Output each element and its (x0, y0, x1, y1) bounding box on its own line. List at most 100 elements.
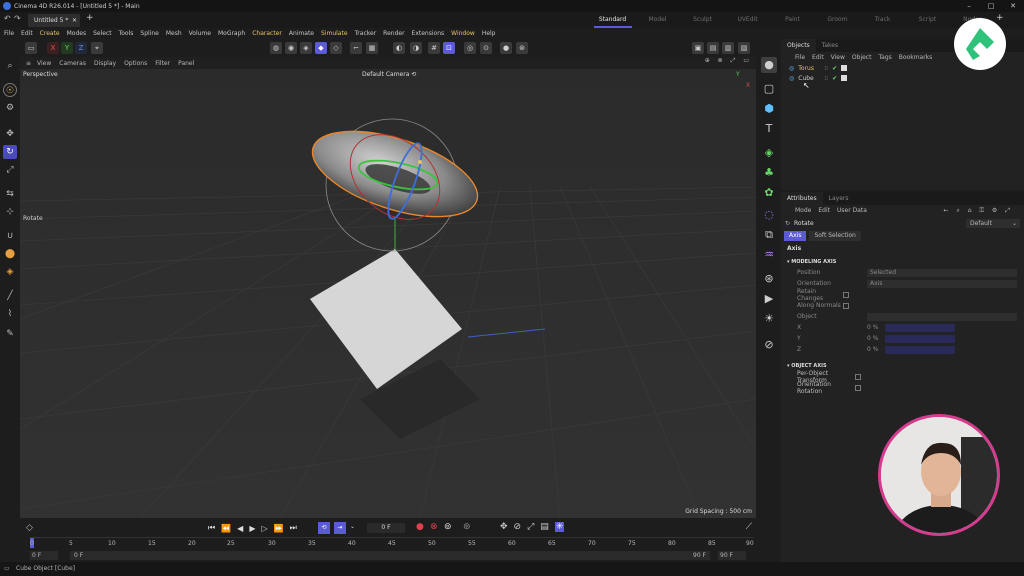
attributes-menu-mode[interactable]: Mode (795, 205, 811, 216)
orientation-field[interactable]: Axis (867, 279, 1017, 288)
next-key-icon[interactable]: ⏩ (274, 524, 284, 533)
play-icon[interactable]: ▶ (249, 524, 255, 533)
layout-track[interactable]: Track (860, 15, 905, 25)
layout-sculpt[interactable]: Sculpt (680, 15, 725, 25)
retain-changes-checkbox[interactable] (843, 291, 849, 298)
menu-mesh[interactable]: Mesh (166, 30, 182, 37)
point-level-icon[interactable]: ✳ (554, 522, 565, 532)
y-value[interactable]: 0 % (867, 335, 885, 342)
field-icon[interactable]: ◌ (761, 207, 777, 223)
locked-workplane-icon[interactable]: ◐ (393, 42, 405, 54)
objects-menu-object[interactable]: Object (852, 52, 872, 63)
y-slider[interactable] (885, 334, 955, 343)
uv-mode-icon[interactable]: ◇ (330, 42, 342, 54)
redo-icon[interactable]: ↷ (14, 14, 21, 23)
line-cut-icon[interactable]: ⌇ (3, 307, 17, 321)
timeline-settings-icon[interactable]: ⟋ (746, 522, 752, 532)
undo-icon[interactable]: ↶ (4, 14, 11, 23)
scale-key-icon[interactable]: ⤢ (527, 522, 534, 532)
deformer-icon[interactable]: ✿ (761, 185, 777, 201)
menu-tools[interactable]: Tools (119, 30, 134, 37)
render-settings-icon[interactable]: ⊛ (516, 42, 528, 54)
goto-start-icon[interactable]: ⏮ (208, 523, 215, 533)
range-bar[interactable]: 0 F 90 F (70, 551, 710, 560)
viewport-menu-panel[interactable]: Panel (178, 60, 194, 67)
attributes-menu-user-data[interactable]: User Data (837, 205, 867, 216)
layout-paint[interactable]: Paint (770, 15, 815, 25)
range-end-field[interactable]: 90 F (718, 551, 746, 560)
edge-mode-icon[interactable]: ◈ (300, 42, 312, 54)
search-icon[interactable]: ⌕ (3, 59, 17, 73)
selection-tools-icon[interactable]: ⚙ (3, 101, 17, 115)
objects-menu-file[interactable]: File (795, 52, 805, 63)
goto-end-icon[interactable]: ⏭ (290, 523, 297, 533)
edit-render-settings-icon[interactable]: ▥ (722, 42, 734, 54)
orientation-rotation-checkbox[interactable] (855, 384, 861, 391)
layout-groom[interactable]: Groom (815, 15, 860, 25)
viewport-menu-options[interactable]: Options (124, 60, 147, 67)
text-object-icon[interactable]: T (761, 121, 777, 137)
minimize-button[interactable]: – (958, 0, 980, 12)
playback-range-icon[interactable]: ⇥ (334, 522, 346, 534)
tab-objects[interactable]: Objects (781, 39, 816, 52)
position-field[interactable]: Selected (867, 268, 1017, 277)
keyframe-selection-icon[interactable]: ⊚ (444, 522, 452, 532)
layer-dots-icon[interactable]: ⁝⁝ (824, 75, 828, 82)
modeling-axis-header[interactable]: ▾ MODELING AXIS (781, 257, 1024, 267)
axis-z-button[interactable]: Z (75, 42, 87, 54)
symmetry-icon[interactable]: ⊙ (480, 42, 492, 54)
range-start-field[interactable]: 0 F (30, 551, 58, 560)
sphere-object-icon[interactable]: ● (761, 57, 777, 73)
snap-icon[interactable]: ⌐ (350, 42, 362, 54)
objects-menu-edit[interactable]: Edit (812, 52, 824, 63)
phong-tag-icon[interactable] (841, 75, 848, 81)
render-picture-viewer-icon[interactable]: ▤ (707, 42, 719, 54)
polygon-object-icon[interactable]: ⬢ (761, 101, 777, 117)
objects-menu-tags[interactable]: Tags (878, 52, 891, 63)
subtab-soft-selection[interactable]: Soft Selection (809, 231, 861, 241)
maximize-button[interactable]: □ (980, 0, 1002, 12)
param-key-icon[interactable]: ▤ (540, 522, 549, 532)
viewport-scene[interactable] (20, 69, 756, 518)
menu-edit[interactable]: Edit (21, 30, 33, 37)
place-icon[interactable]: ⊹ (3, 205, 17, 219)
menu-window[interactable]: Window (451, 30, 475, 37)
object-name[interactable]: Torus (798, 65, 824, 72)
layout-uvedit[interactable]: UVEdit (725, 15, 770, 25)
timeline-ruler[interactable]: 0 5 10 15 20 25 30 35 40 45 50 55 60 65 … (30, 537, 754, 549)
record-icon[interactable]: ● (416, 522, 424, 532)
rotation-key-icon[interactable]: ⊘ (514, 522, 522, 532)
axis-y-button[interactable]: Y (61, 42, 73, 54)
menu-select[interactable]: Select (93, 30, 112, 37)
menu-character[interactable]: Character (252, 30, 282, 37)
object-field[interactable] (867, 312, 1017, 321)
motion-record-icon[interactable]: ⊛ (463, 522, 471, 532)
menu-spline[interactable]: Spline (140, 30, 158, 37)
object-row-cube[interactable]: ◎ Cube ⁝⁝ ✔ (781, 73, 1024, 83)
point-mode-icon[interactable]: ◉ (285, 42, 297, 54)
layout-script[interactable]: Script (905, 15, 950, 25)
grid-snap-icon[interactable]: # (428, 42, 440, 54)
phong-tag-icon[interactable] (841, 65, 848, 71)
along-normals-checkbox[interactable] (843, 302, 849, 309)
axis-x-button[interactable]: X (47, 42, 59, 54)
layout-standard[interactable]: Standard (590, 15, 635, 25)
quantize-icon[interactable]: ◑ (410, 42, 422, 54)
menu-render[interactable]: Render (383, 30, 404, 37)
viewport-menu-view[interactable]: View (37, 60, 51, 67)
prev-key-icon[interactable]: ⏪ (221, 524, 231, 533)
viewport-solo-icon[interactable]: ● (500, 42, 512, 54)
preset-dropdown[interactable]: Default ⌄ (966, 218, 1020, 228)
enabled-check-icon[interactable]: ✔ (832, 75, 837, 82)
menu-file[interactable]: File (4, 30, 14, 37)
menu-modes[interactable]: Modes (67, 30, 86, 37)
tab-attributes[interactable]: Attributes (781, 192, 823, 205)
camera-icon[interactable]: ▶ (761, 291, 777, 307)
cloner-icon[interactable]: ♣ (761, 165, 777, 181)
generator-icon[interactable]: ◈ (761, 145, 777, 161)
environment-icon[interactable]: ⊛ (761, 271, 777, 287)
material-icon[interactable]: ⊘ (761, 337, 777, 353)
subtab-axis[interactable]: Axis (784, 231, 807, 241)
workplane-icon[interactable]: ▦ (366, 42, 378, 54)
x-value[interactable]: 0 % (867, 324, 885, 331)
